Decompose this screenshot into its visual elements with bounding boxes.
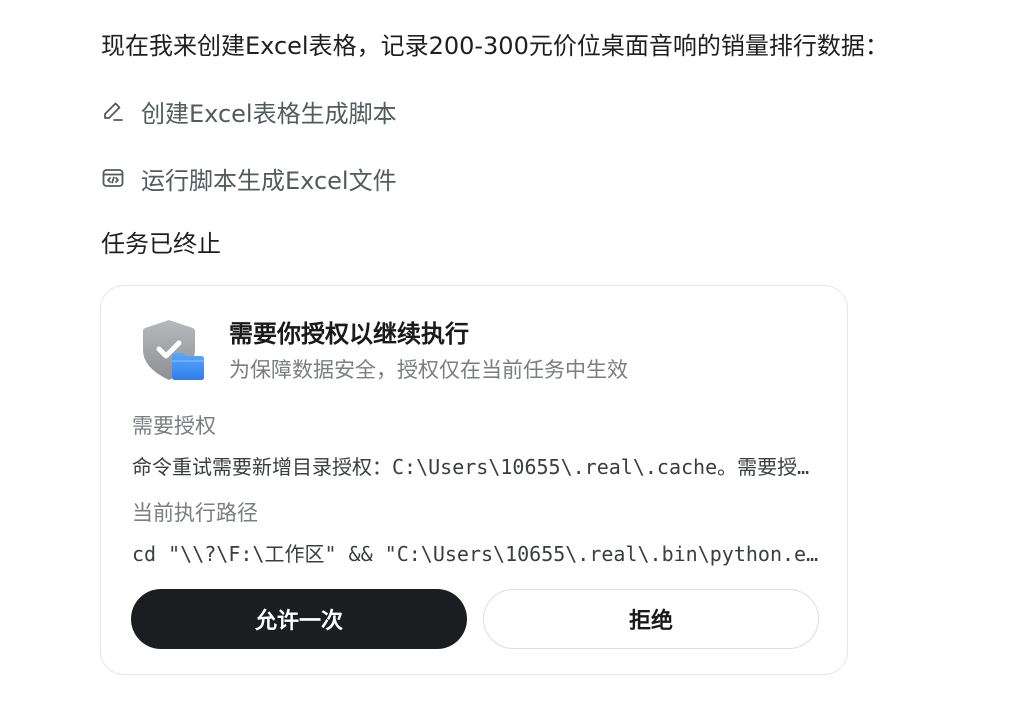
task-status: 任务已终止 (101, 230, 221, 258)
exec-path-label: 当前执行路径 (132, 501, 258, 525)
deny-button[interactable]: 拒绝 (483, 589, 819, 649)
step-label: 创建Excel表格生成脚本 (141, 99, 397, 128)
permission-card: 需要你授权以继续执行 为保障数据安全，授权仅在当前任务中生效 需要授权 命令重试… (100, 285, 848, 675)
step-create-script[interactable]: 创建Excel表格生成脚本 (101, 93, 397, 129)
step-label: 运行脚本生成Excel文件 (141, 166, 397, 195)
step-run-script[interactable]: 运行脚本生成Excel文件 (101, 160, 397, 196)
auth-required-label: 需要授权 (132, 414, 216, 438)
code-terminal-icon (101, 166, 125, 190)
auth-required-value: 命令重试需要新增目录授权：C:\Users\10655\.real\.cache… (132, 455, 822, 479)
edit-pencil-icon (101, 99, 125, 123)
permission-subtitle: 为保障数据安全，授权仅在当前任务中生效 (229, 358, 628, 382)
exec-path-value: cd "\\?\F:\工作区" && "C:\Users\10655\.real… (132, 542, 822, 566)
allow-once-button[interactable]: 允许一次 (131, 589, 467, 649)
assistant-message-intro: 现在我来创建Excel表格，记录200-300元价位桌面音响的销量排行数据： (101, 32, 889, 60)
permission-title: 需要你授权以继续执行 (229, 320, 469, 348)
shield-folder-icon (139, 316, 209, 386)
